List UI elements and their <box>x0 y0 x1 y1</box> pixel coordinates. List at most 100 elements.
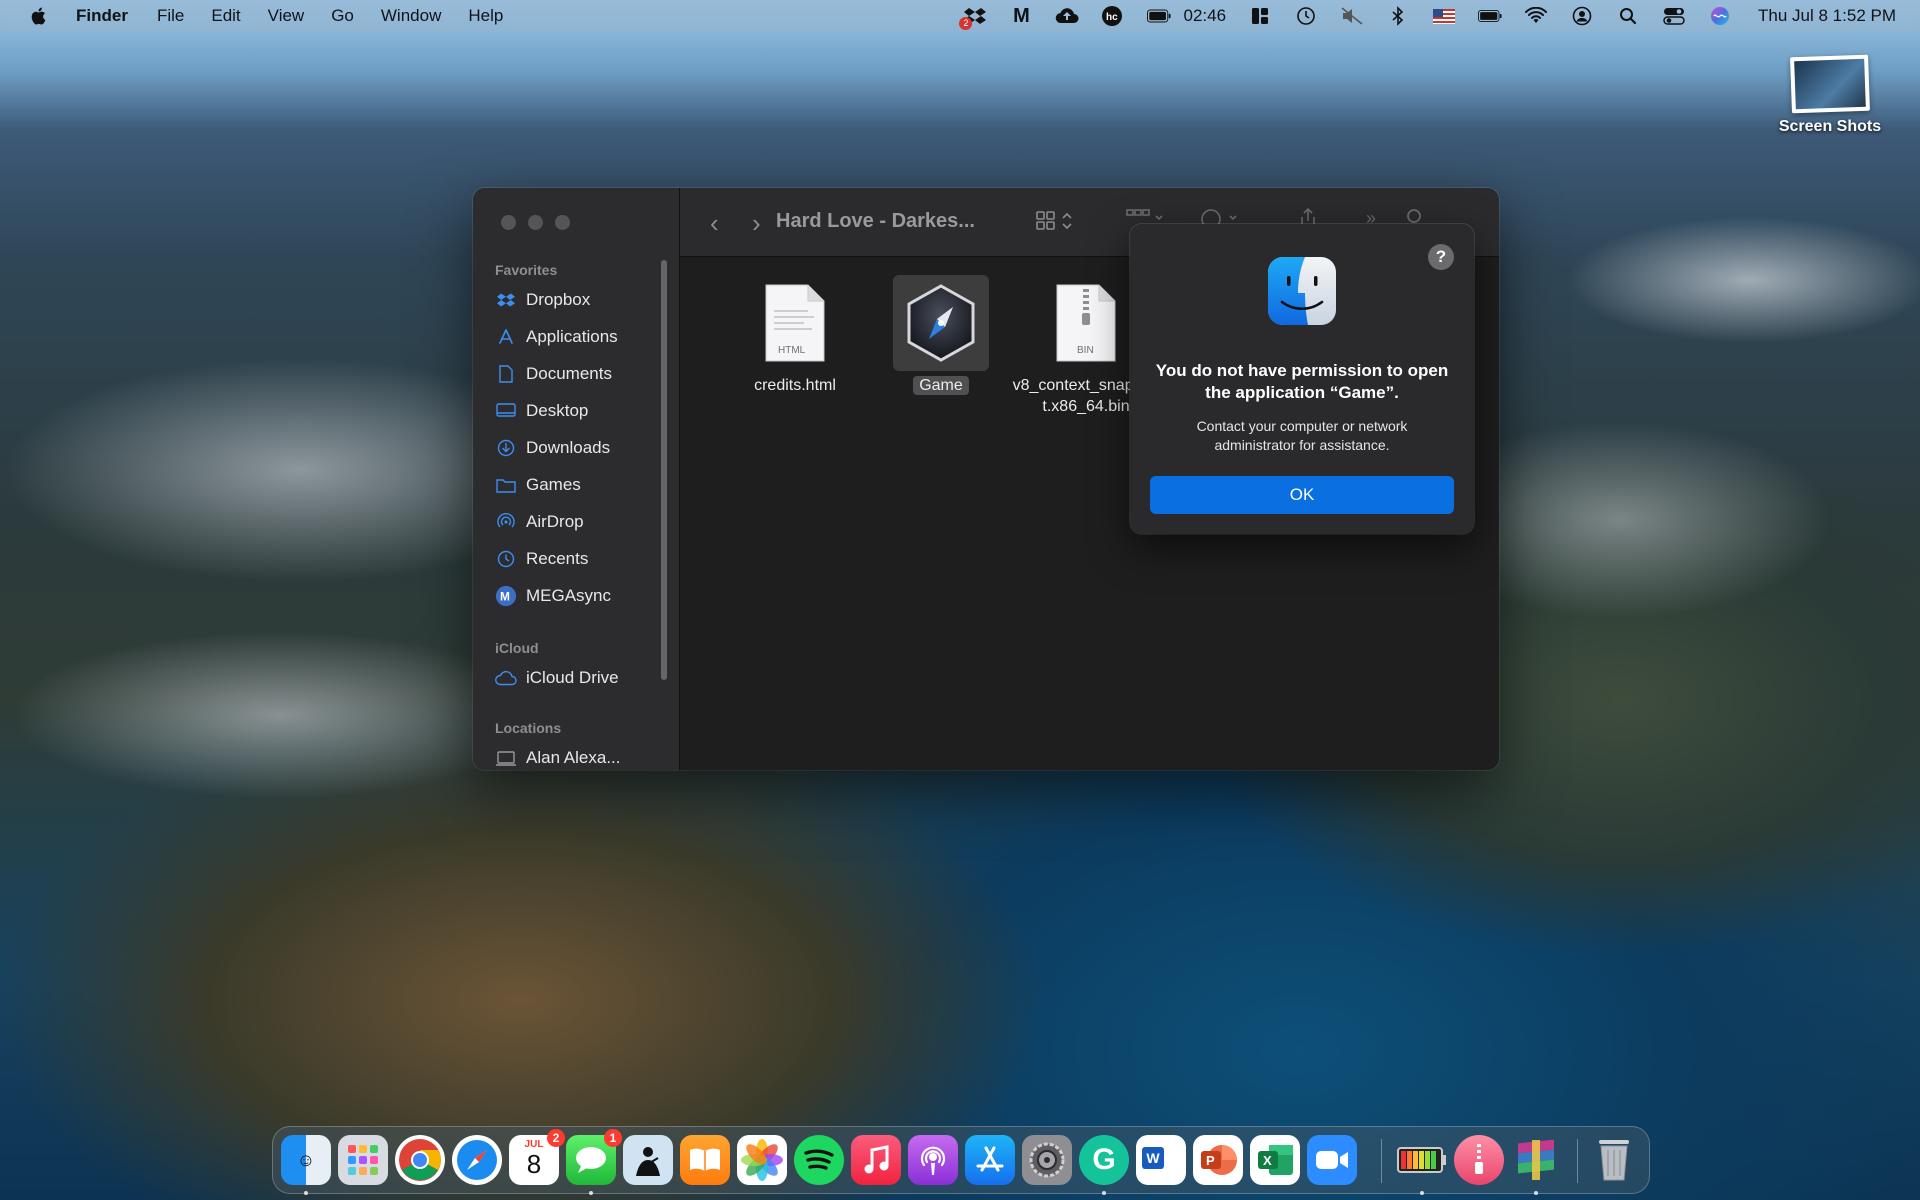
status-area: 2 M hc 02:46 Thu Jul 8 1:52 PM <box>941 0 1896 32</box>
svg-text:X: X <box>1263 1153 1272 1168</box>
spotlight-search-icon[interactable] <box>1616 6 1640 26</box>
document-icon <box>495 365 517 383</box>
mega-icon: M <box>495 585 517 607</box>
battery-monitor-dock-icon[interactable] <box>1397 1135 1447 1195</box>
siri-icon[interactable] <box>1708 6 1732 26</box>
dropbox-badge: 2 <box>959 17 973 30</box>
help-button[interactable]: ? <box>1428 244 1454 270</box>
battery-time-icon[interactable] <box>1147 6 1172 26</box>
apple-menu-icon[interactable] <box>28 5 50 27</box>
sidebar-item-megasync[interactable]: M MEGAsync <box>495 583 611 609</box>
dialog-message: Contact your computer or network adminis… <box>1196 418 1408 453</box>
hc-app-icon[interactable]: hc <box>1101 6 1125 26</box>
sidebar-item-computer[interactable]: Alan Alexa... <box>495 745 621 770</box>
file-item-game[interactable]: Game <box>866 275 1016 396</box>
safari-dock-icon[interactable] <box>452 1135 502 1185</box>
ok-button[interactable]: OK <box>1150 476 1454 514</box>
powerpoint-dock-icon[interactable]: P <box>1193 1135 1243 1185</box>
airdrop-icon <box>495 513 517 531</box>
bin-type-label: BIN <box>1077 345 1094 356</box>
dropbox-status-icon[interactable]: 2 <box>959 6 987 30</box>
menu-go[interactable]: Go <box>331 6 354 26</box>
menu-bar: Finder File Edit View Go Window Help 2 M… <box>0 0 1920 32</box>
sidebar-item-label: Documents <box>526 364 612 383</box>
sidebar-scrollbar[interactable] <box>661 260 667 680</box>
bin-file-icon: BIN <box>1038 275 1134 371</box>
sidebar-item-label: AirDrop <box>526 512 584 531</box>
archive-utility-dock-icon[interactable] <box>1454 1135 1504 1185</box>
control-center-icon[interactable] <box>1662 6 1686 26</box>
launchpad-dock-icon[interactable] <box>338 1135 388 1185</box>
finder-face-icon <box>1268 257 1336 325</box>
close-window-button[interactable] <box>501 215 516 230</box>
sidebar-item-applications[interactable]: Applications <box>495 324 618 350</box>
file-item-credits-html[interactable]: HTML credits.html <box>720 275 870 396</box>
grammarly-dock-icon[interactable]: G <box>1079 1135 1129 1195</box>
finder-dock-icon[interactable]: ☺ <box>281 1135 331 1195</box>
html-type-label: HTML <box>778 345 806 356</box>
sidebar-item-label: Games <box>526 475 581 494</box>
dialog-title: You do not have permission to open the a… <box>1155 361 1449 402</box>
bluetooth-icon[interactable] <box>1386 6 1410 26</box>
sidebar-item-label: Recents <box>526 549 589 568</box>
menubar-clock[interactable]: Thu Jul 8 1:52 PM <box>1758 6 1896 26</box>
sidebar-item-label: Desktop <box>526 401 589 420</box>
calendar-dock-icon[interactable]: JUL 8 2 <box>509 1129 565 1185</box>
menu-window[interactable]: Window <box>381 6 441 26</box>
zoom-dock-icon[interactable] <box>1307 1135 1357 1185</box>
messages-dock-icon[interactable]: 1 <box>566 1129 622 1195</box>
sidebar-item-label: Alan Alexa... <box>526 748 621 767</box>
sidebar-item-documents[interactable]: Documents <box>495 361 612 387</box>
excel-dock-icon[interactable]: X <box>1250 1135 1300 1185</box>
books-dock-icon[interactable] <box>680 1135 730 1185</box>
icon-view-grid-icon[interactable] <box>1036 210 1076 237</box>
word-dock-icon[interactable]: W <box>1136 1135 1186 1185</box>
sidebar-item-recents[interactable]: Recents <box>495 546 588 572</box>
chrome-dock-icon[interactable] <box>395 1135 445 1185</box>
sidebar-item-label: iCloud Drive <box>526 668 619 687</box>
sidebar-item-desktop[interactable]: Desktop <box>495 398 588 424</box>
sidebar-item-games[interactable]: Games <box>495 472 581 498</box>
sidebar-item-airdrop[interactable]: AirDrop <box>495 509 584 535</box>
forward-chevron-icon[interactable]: › <box>752 208 761 239</box>
cloud-upload-icon[interactable] <box>1055 6 1079 26</box>
rar-extractor-dock-icon[interactable] <box>1511 1135 1561 1195</box>
menu-edit[interactable]: Edit <box>211 6 240 26</box>
sidebar-item-icloud-drive[interactable]: iCloud Drive <box>495 665 619 691</box>
kindle-dock-icon[interactable] <box>623 1135 673 1185</box>
mute-icon[interactable] <box>1340 6 1364 26</box>
html-file-icon: HTML <box>747 275 843 371</box>
screenshot-thumbnail-icon <box>1790 54 1870 114</box>
window-layout-icon[interactable] <box>1248 6 1272 26</box>
battery-icon[interactable] <box>1478 6 1502 26</box>
system-preferences-dock-icon[interactable] <box>1022 1135 1072 1185</box>
sidebar-section-locations: Locations <box>495 720 562 736</box>
menu-file[interactable]: File <box>157 6 184 26</box>
sidebar-item-downloads[interactable]: Downloads <box>495 435 610 461</box>
back-chevron-icon[interactable]: ‹ <box>710 208 719 239</box>
menu-view[interactable]: View <box>268 6 305 26</box>
zoom-window-button[interactable] <box>555 215 570 230</box>
laptop-icon <box>495 749 517 767</box>
wifi-icon[interactable] <box>1524 6 1548 26</box>
file-name: Game <box>913 376 969 395</box>
photos-dock-icon[interactable] <box>737 1135 787 1185</box>
podcasts-dock-icon[interactable] <box>908 1135 958 1185</box>
trash-dock-icon[interactable] <box>1589 1135 1639 1185</box>
music-dock-icon[interactable] <box>851 1135 901 1185</box>
spotify-dock-icon[interactable] <box>794 1135 844 1185</box>
sidebar-item-dropbox[interactable]: Dropbox <box>495 287 590 313</box>
app-store-dock-icon[interactable] <box>965 1135 1015 1185</box>
minimize-window-button[interactable] <box>528 215 543 230</box>
app-menu-finder[interactable]: Finder <box>76 6 128 26</box>
us-flag-input-icon[interactable] <box>1432 6 1456 26</box>
sidebar-item-label: MEGAsync <box>526 586 612 605</box>
malwarebytes-icon[interactable]: M <box>1009 5 1033 27</box>
desktop-file-screen-shots[interactable]: Screen Shots <box>1760 54 1900 136</box>
menu-help[interactable]: Help <box>468 6 503 26</box>
time-machine-icon[interactable] <box>1294 6 1318 26</box>
sidebar-item-label: Dropbox <box>526 290 591 309</box>
clock-icon <box>495 550 517 568</box>
user-account-icon[interactable] <box>1570 6 1594 26</box>
finder-sidebar: Favorites Dropbox Applications Documents… <box>473 188 680 770</box>
